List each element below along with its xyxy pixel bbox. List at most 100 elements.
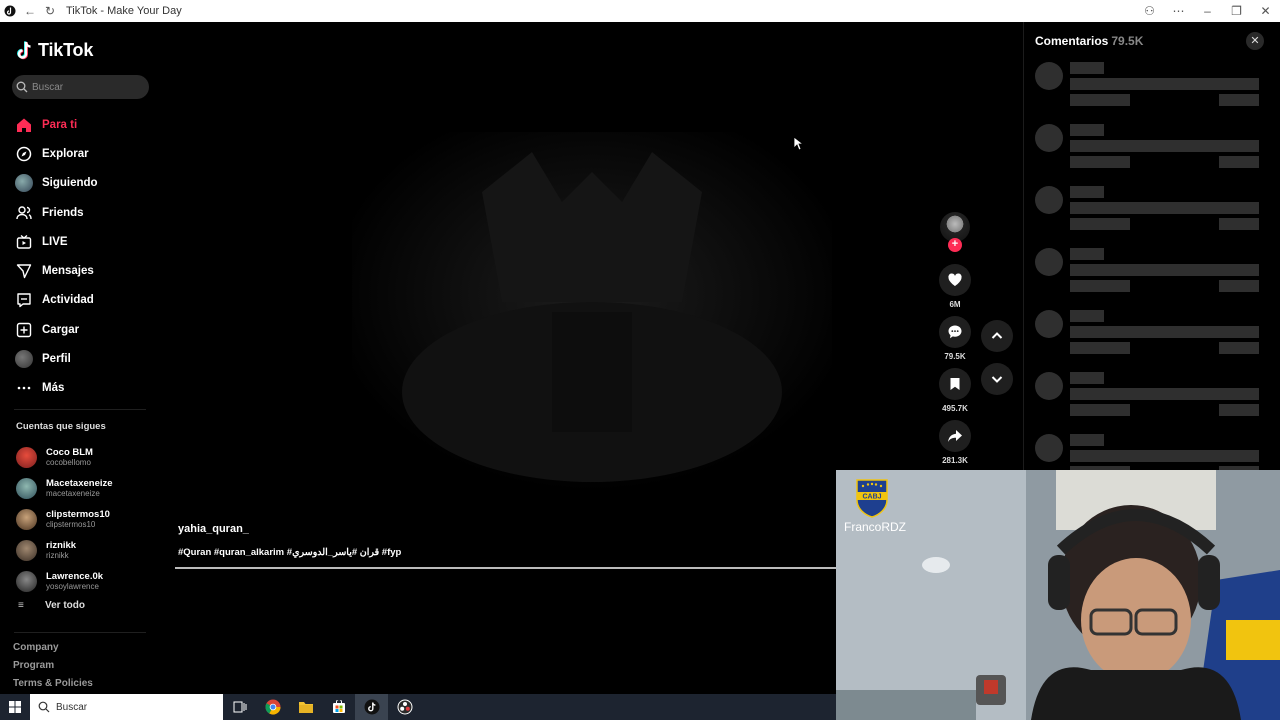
close-comments-button[interactable]: ✕ (1246, 32, 1264, 50)
following-name: riznikk (46, 540, 77, 551)
taskbar-search-input[interactable]: Buscar (30, 694, 223, 720)
home-icon (14, 115, 34, 135)
sidebar-item-mensajes[interactable]: Mensajes (14, 256, 154, 285)
save-button[interactable] (939, 368, 971, 400)
sidebar-item-live[interactable]: LIVE (14, 227, 154, 256)
sidebar-item-label: Perfil (42, 353, 71, 366)
comments-title: Comentarios (1035, 34, 1109, 48)
refresh-icon[interactable]: ↻ (40, 0, 60, 22)
comment-skeleton (1035, 186, 1271, 238)
divider (14, 632, 146, 633)
like-button[interactable] (939, 264, 971, 296)
more-icon[interactable]: ⋯ (1164, 0, 1193, 22)
file-explorer-icon[interactable] (289, 694, 322, 720)
close-icon: ✕ (1250, 35, 1260, 47)
activity-icon (14, 290, 34, 310)
browser-titlebar: ← ↻ TikTok - Make Your Day ⚇ ⋯ – ❐ ✕ (0, 0, 1280, 22)
following-item[interactable]: Macetaxeneize macetaxeneize (16, 473, 156, 504)
restore-icon[interactable]: ❐ (1222, 0, 1251, 22)
mouse-cursor-icon (793, 136, 803, 151)
follow-plus-button[interactable]: + (948, 238, 962, 252)
following-item[interactable]: Coco BLM cocobellomo (16, 442, 156, 473)
comment-button[interactable] (939, 316, 971, 348)
comment-count: 79.5K (944, 352, 966, 361)
next-video-button[interactable] (981, 363, 1013, 395)
minimize-icon[interactable]: – (1193, 0, 1222, 22)
tiktok-favicon-icon (0, 0, 20, 22)
avatar (15, 350, 33, 369)
following-item[interactable]: riznikk riznikk (16, 535, 156, 566)
tiktok-icon[interactable] (355, 694, 388, 720)
svg-text:CABJ: CABJ (862, 494, 881, 501)
store-icon[interactable] (322, 694, 355, 720)
search-icon (16, 81, 28, 93)
save-count: 495.7K (942, 404, 968, 413)
comment-skeleton (1035, 310, 1271, 362)
following-username: riznikk (46, 551, 69, 560)
sidebar-item-label: Para ti (42, 118, 78, 131)
comment-skeleton (1035, 62, 1271, 114)
sidebar-item-label: Cargar (42, 323, 80, 336)
like-action[interactable]: 6M (939, 264, 971, 309)
sidebar-item-mas[interactable]: Más (14, 374, 154, 403)
send-icon (14, 261, 34, 281)
avatar (16, 540, 37, 561)
avatar (16, 571, 37, 592)
following-username: macetaxeneize (46, 489, 100, 498)
taskbar-search-placeholder: Buscar (56, 701, 88, 713)
search-input[interactable]: Buscar (12, 75, 149, 99)
tiktok-logo[interactable]: TikTok (16, 40, 93, 61)
sidebar-item-friends[interactable]: Friends (14, 198, 154, 227)
share-button[interactable] (939, 420, 971, 452)
following-name: Coco BLM (46, 447, 93, 458)
back-arrow-icon[interactable]: ← (20, 0, 40, 22)
avatar (15, 174, 33, 193)
footer-link-company[interactable]: Company (13, 642, 93, 660)
task-view-icon[interactable] (223, 694, 256, 720)
sidebar-item-cargar[interactable]: Cargar (14, 315, 154, 344)
comment-skeleton (1035, 124, 1271, 176)
see-all-link[interactable]: ≡ Ver todo (18, 600, 85, 611)
footer-link-terms[interactable]: Terms & Policies (13, 678, 93, 694)
share-arrow-icon (948, 430, 962, 442)
video-description: #Quran #quran_alkarim #قران #ياسر_الدوسر… (178, 547, 402, 558)
following-name: clipstermos10 (46, 509, 110, 520)
tiktok-note-icon (17, 40, 31, 59)
sidebar-item-para-ti[interactable]: Para ti (14, 110, 154, 139)
chrome-icon[interactable] (256, 694, 289, 720)
following-title: Cuentas que sigues (16, 421, 106, 432)
start-button[interactable] (0, 694, 30, 720)
sidebar-item-actividad[interactable]: Actividad (14, 286, 154, 315)
save-action[interactable]: 495.7K (939, 368, 971, 413)
compass-icon (14, 144, 34, 164)
comment-action[interactable]: 79.5K (939, 316, 971, 361)
translate-icon[interactable]: ⚇ (1135, 0, 1164, 22)
comment-skeleton (1035, 248, 1271, 300)
chevron-up-icon (991, 332, 1003, 339)
close-window-icon[interactable]: ✕ (1251, 0, 1280, 22)
following-item[interactable]: Lawrence.0k yosoylawrence (16, 566, 156, 597)
footer-link-program[interactable]: Program (13, 660, 93, 678)
sidebar: TikTok Buscar Para ti Explorar Siguiendo… (0, 22, 160, 694)
window-title: TikTok - Make Your Day (66, 5, 182, 17)
sidebar-item-explorar[interactable]: Explorar (14, 139, 154, 168)
video-player[interactable] (172, 22, 928, 592)
following-item[interactable]: clipstermos10 clipstermos10 (16, 504, 156, 535)
video-author-username[interactable]: yahia_quran_ (178, 523, 249, 535)
sidebar-item-perfil[interactable]: Perfil (14, 344, 154, 373)
more-dots-icon (14, 378, 34, 398)
live-tv-icon (14, 232, 34, 252)
previous-video-button[interactable] (981, 320, 1013, 352)
sidebar-item-label: Friends (42, 206, 84, 219)
comments-count: 79.5K (1111, 34, 1144, 48)
obs-icon[interactable] (388, 694, 421, 720)
bookmark-icon (950, 378, 960, 390)
list-icon: ≡ (18, 600, 24, 611)
video-progress-bar[interactable] (175, 567, 836, 569)
comments-header: Comentarios 79.5K (1035, 34, 1143, 48)
streamer-name: FrancoRDZ (844, 520, 907, 534)
following-name: Macetaxeneize (46, 478, 113, 489)
sidebar-item-siguiendo[interactable]: Siguiendo (14, 169, 154, 198)
club-crest-icon: CABJ (856, 479, 888, 518)
share-action[interactable]: 281.3K (939, 420, 971, 465)
